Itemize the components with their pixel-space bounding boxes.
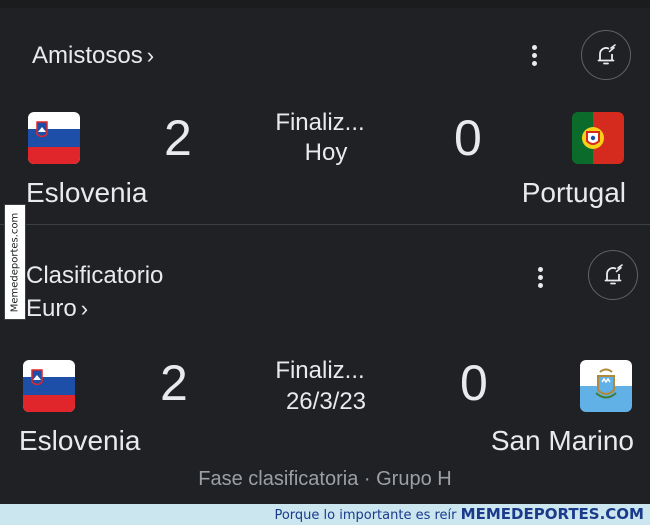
slovenia-flag (28, 112, 80, 164)
watermark-side-text: Memedeportes.com (9, 212, 21, 312)
home-score: 2 (164, 110, 192, 166)
competition-title: Amistosos (32, 42, 143, 69)
competition-title-line1: Clasificatorio (26, 262, 164, 289)
bell-add-icon (597, 44, 616, 65)
more-options-button[interactable] (527, 258, 553, 298)
home-team-name: Eslovenia (26, 177, 148, 208)
competition-link[interactable]: Amistosos › (32, 39, 154, 72)
away-team-name: Portugal (521, 177, 626, 208)
competition-link[interactable]: Clasificatorio Euro › (26, 259, 163, 325)
watermark-side: Memedeportes.com (4, 204, 26, 320)
match-status: Finaliz... (275, 357, 365, 384)
bell-add-icon (604, 264, 623, 285)
away-score: 0 (454, 110, 482, 166)
match-date: 26/3/23 (285, 388, 367, 415)
home-score: 2 (160, 355, 188, 411)
watermark-tagline: Porque lo importante es reír (274, 508, 457, 523)
watermark-bottom: Porque lo importante es reír MEMEDEPORTE… (274, 505, 644, 523)
san-marino-flag (580, 360, 632, 412)
match-status: Finaliz... (275, 109, 365, 136)
match-card-clasificatorio[interactable]: Clasificatorio Euro › 2 Finaliz... 26/3/2… (0, 225, 650, 503)
home-team-name: Eslovenia (19, 425, 141, 456)
notification-button[interactable] (588, 250, 638, 300)
slovenia-flag (23, 360, 75, 412)
match-date: Hoy (304, 139, 348, 166)
away-team-name: San Marino (490, 425, 634, 456)
chevron-right-icon: › (80, 296, 89, 321)
match-card-amistosos[interactable]: Amistosos › 2 Finaliz... Hoy 0 Eslovenia… (0, 8, 650, 224)
portugal-flag (572, 112, 624, 164)
away-score: 0 (460, 355, 488, 411)
match-phase-info: Fase clasificatoria · Grupo H (198, 468, 452, 490)
more-options-button[interactable] (521, 36, 547, 76)
watermark-bottom-bar: Porque lo importante es reír MEMEDEPORTE… (0, 504, 650, 525)
notification-button[interactable] (581, 30, 631, 80)
chevron-right-icon: › (146, 43, 155, 68)
competition-title-line2: Euro (26, 295, 77, 322)
top-edge (0, 0, 650, 8)
watermark-brand: MEMEDEPORTES.COM (460, 505, 644, 523)
